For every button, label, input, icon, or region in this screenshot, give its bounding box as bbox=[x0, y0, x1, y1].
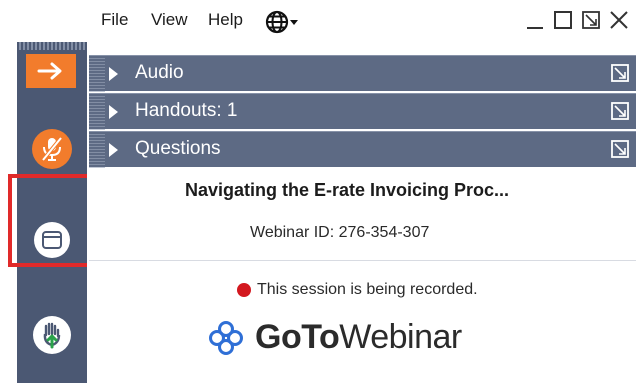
collapse-panel-button[interactable] bbox=[26, 54, 76, 88]
divider bbox=[89, 260, 636, 261]
language-button[interactable] bbox=[265, 10, 299, 39]
grip-dots bbox=[89, 132, 105, 168]
microphone-muted-icon bbox=[41, 136, 63, 162]
popout-icon[interactable] bbox=[610, 101, 630, 121]
recording-text: This session is being recorded. bbox=[257, 281, 478, 298]
section-label: Handouts: 1 bbox=[135, 100, 238, 121]
section-label: Questions bbox=[135, 138, 221, 159]
gotowebinar-flower-icon bbox=[209, 320, 243, 355]
control-panel: File View Help Audio Handouts: 1 Questio… bbox=[87, 0, 636, 383]
close-icon[interactable] bbox=[608, 9, 630, 31]
gotowebinar-logo: GoToWebinar bbox=[207, 318, 462, 357]
grip-dots bbox=[89, 56, 105, 92]
grip-dots bbox=[89, 94, 105, 130]
menu-view[interactable]: View bbox=[151, 10, 188, 30]
section-label: Audio bbox=[135, 62, 184, 83]
restore-icon[interactable] bbox=[552, 9, 574, 31]
logo-wordmark: GoToWebinar bbox=[255, 318, 462, 356]
arrow-right-icon bbox=[37, 62, 62, 80]
expand-triangle-icon bbox=[109, 67, 118, 81]
recording-dot-icon bbox=[237, 283, 251, 297]
section-handouts[interactable]: Handouts: 1 bbox=[89, 93, 636, 130]
popout-icon[interactable] bbox=[580, 9, 602, 31]
window-controls bbox=[524, 9, 630, 31]
raise-hand-button[interactable] bbox=[33, 316, 71, 354]
grip-dots[interactable] bbox=[17, 42, 87, 50]
popout-icon[interactable] bbox=[610, 139, 630, 159]
expand-triangle-icon bbox=[109, 143, 118, 157]
mute-microphone-button[interactable] bbox=[32, 129, 72, 169]
popout-icon[interactable] bbox=[610, 63, 630, 83]
raise-hand-icon bbox=[43, 322, 61, 349]
menu-file[interactable]: File bbox=[101, 10, 128, 30]
menu-help[interactable]: Help bbox=[208, 10, 243, 30]
menu-bar: File View Help bbox=[87, 0, 636, 42]
globe-icon bbox=[265, 10, 298, 34]
session-title: Navigating the E-rate Invoicing Proc... bbox=[185, 180, 510, 200]
highlight-box bbox=[8, 174, 94, 267]
expand-triangle-icon bbox=[109, 105, 118, 119]
minimize-icon[interactable] bbox=[524, 9, 546, 31]
section-questions[interactable]: Questions bbox=[89, 131, 636, 168]
recording-notice: This session is being recorded. bbox=[237, 281, 478, 299]
webinar-id: Webinar ID: 276-354-307 bbox=[250, 224, 430, 241]
section-audio[interactable]: Audio bbox=[89, 55, 636, 92]
